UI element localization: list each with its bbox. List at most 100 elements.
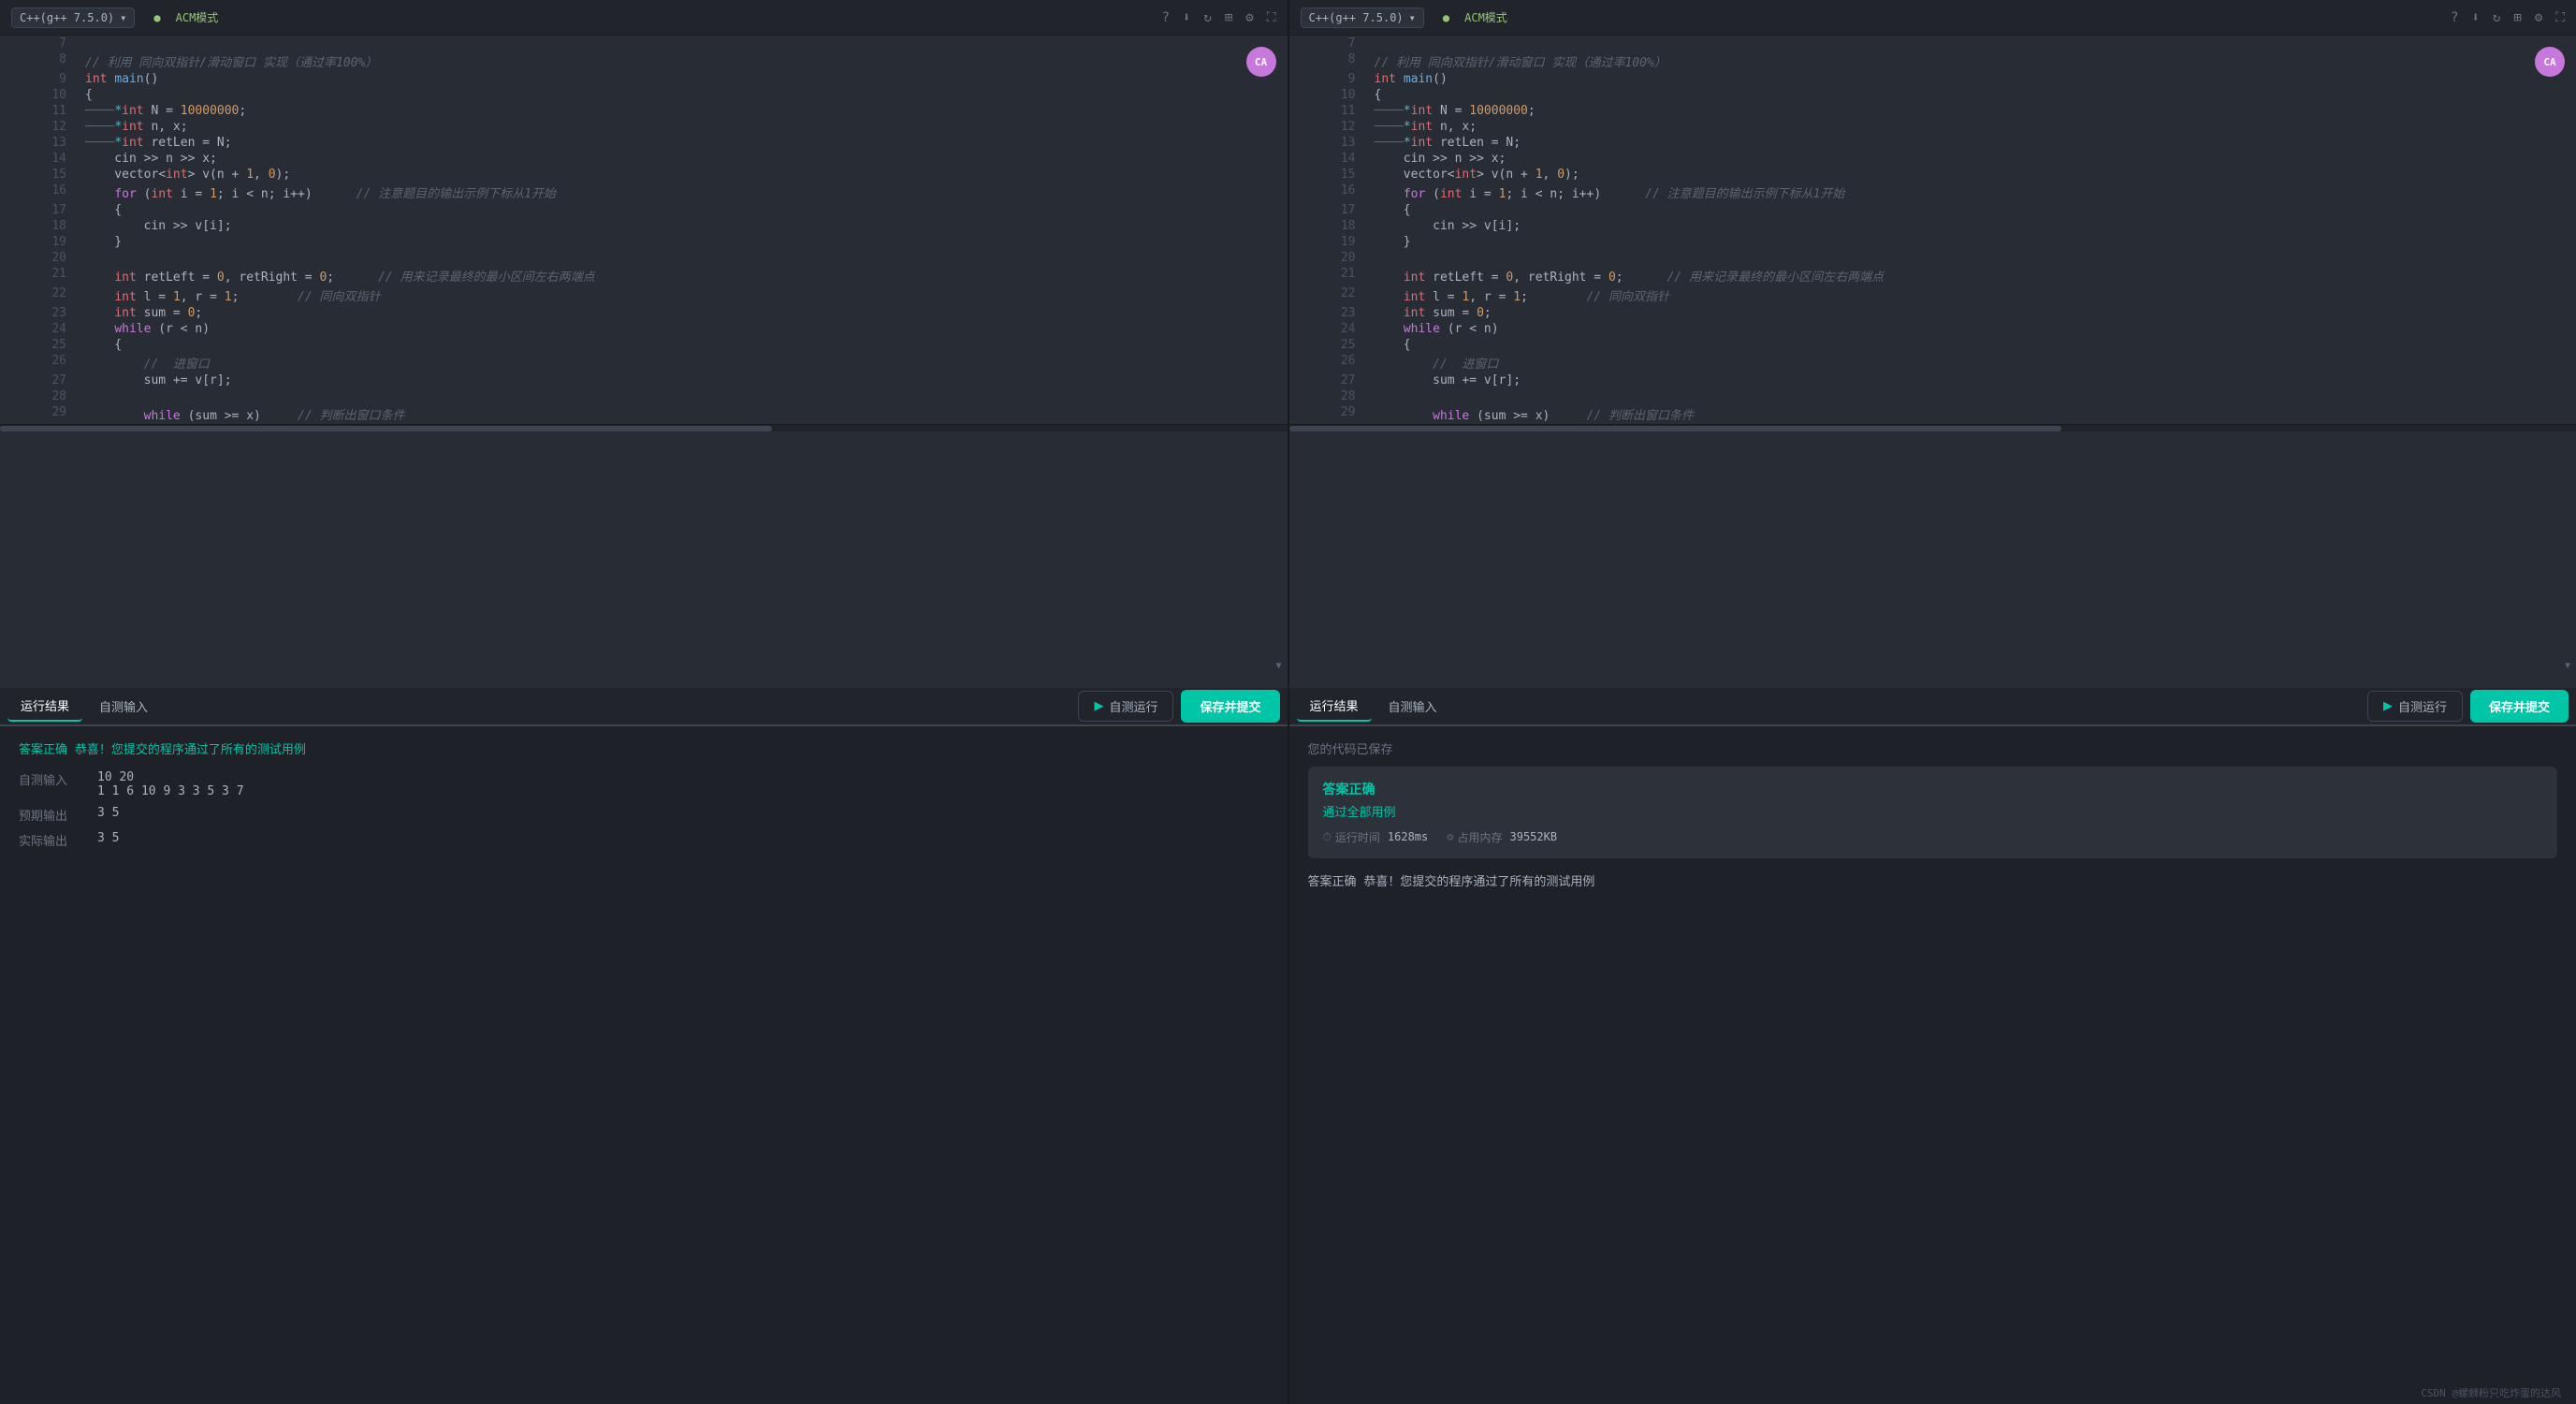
- right-submit-btn[interactable]: 保存并提交: [2470, 690, 2569, 723]
- table-row: 24 while (r < n): [0, 321, 1288, 337]
- line-code: int main(): [1367, 71, 2576, 87]
- line-code: [1367, 250, 2576, 266]
- table-row: 24 while (r < n): [1289, 321, 2576, 337]
- table-row: 21 int retLeft = 0, retRight = 0; // 用来记…: [1289, 266, 2576, 285]
- line-number: 25: [1289, 337, 1367, 353]
- right-translate-btn[interactable]: CA: [2535, 47, 2565, 77]
- left-result-content: 答案正确 恭喜！您提交的程序通过了所有的测试用例 自测输入 10 201 1 6…: [0, 725, 1288, 1404]
- left-tab-run-result[interactable]: 运行结果: [7, 691, 82, 722]
- right-test-run-btn[interactable]: 自测运行: [2367, 691, 2463, 722]
- line-code: // 进窗口: [78, 353, 1288, 373]
- table-row: 22 int l = 1, r = 1; // 同向双指针: [1289, 285, 2576, 305]
- line-number: 23: [0, 305, 78, 321]
- left-translate-btn[interactable]: CA: [1246, 47, 1276, 77]
- editors-and-results: C++(g++ 7.5.0) ▾ ● ACM模式 ? ⬇ ↻ ⊞ ⚙ ⛶ CA: [0, 0, 2576, 1404]
- table-row: 23 int sum = 0;: [1289, 305, 2576, 321]
- left-actual-value: 3 5: [97, 831, 119, 849]
- table-row: 13 ────*int retLen = N;: [1289, 135, 2576, 151]
- right-code-table: 7 8 // 利用 同向双指针/滑动窗口 实现（通过率100%） 9 int m…: [1289, 36, 2576, 424]
- table-row: 13 ────*int retLen = N;: [0, 135, 1288, 151]
- table-row: 11 ────*int N = 10000000;: [1289, 103, 2576, 119]
- full-layout: C++(g++ 7.5.0) ▾ ● ACM模式 ? ⬇ ↻ ⊞ ⚙ ⛶ CA: [0, 0, 2576, 1404]
- line-number: 13: [1289, 135, 1367, 151]
- line-code: ────*int N = 10000000;: [1367, 103, 2576, 119]
- table-row: 23 int sum = 0;: [0, 305, 1288, 321]
- line-code: [78, 250, 1288, 266]
- right-tab-self-test[interactable]: 自测输入: [1375, 692, 1450, 721]
- left-test-run-btn[interactable]: 自测运行: [1078, 691, 1173, 722]
- table-row: 14 cin >> n >> x;: [0, 151, 1288, 167]
- table-row: 18 cin >> v[i];: [0, 218, 1288, 234]
- table-row: 20: [1289, 250, 2576, 266]
- table-row: 10 {: [0, 87, 1288, 103]
- line-code: int l = 1, r = 1; // 同向双指针: [78, 285, 1288, 305]
- line-number: 29: [1289, 404, 1367, 424]
- left-tab-self-test[interactable]: 自测输入: [86, 692, 161, 721]
- line-code: {: [1367, 337, 2576, 353]
- left-self-test-label: 自测输入: [19, 770, 75, 798]
- line-code: [1367, 388, 2576, 404]
- line-code: for (int i = 1; i < n; i++) // 注意题目的输出示例…: [1367, 183, 2576, 202]
- right-scrollbar[interactable]: [1289, 424, 2576, 431]
- right-download-icon[interactable]: ⬇: [2471, 10, 2479, 25]
- left-code-table: 7 8 // 利用 同向双指针/滑动窗口 实现（通过率100%） 9 int m…: [0, 36, 1288, 424]
- right-fullscreen-icon[interactable]: ⛶: [2555, 10, 2565, 25]
- line-number: 9: [1289, 71, 1367, 87]
- left-actual-row: 实际输出 3 5: [19, 831, 1269, 849]
- left-refresh-icon[interactable]: ↻: [1203, 10, 1211, 25]
- left-expected-value: 3 5: [97, 806, 119, 824]
- right-panel: C++(g++ 7.5.0) ▾ ● ACM模式 ? ⬇ ↻ ⊞ ⚙ ⛶ CA: [1289, 0, 2576, 1404]
- right-success-msg: 答案正确 恭喜！您提交的程序通过了所有的测试用例: [1308, 871, 2558, 889]
- line-code: vector<int> v(n + 1, 0);: [1367, 167, 2576, 183]
- line-number: 19: [1289, 234, 1367, 250]
- line-code: ────*int n, x;: [78, 119, 1288, 135]
- line-code: cin >> n >> x;: [78, 151, 1288, 167]
- right-lang-selector[interactable]: C++(g++ 7.5.0) ▾: [1301, 7, 1424, 28]
- line-number: 17: [0, 202, 78, 218]
- left-lang-selector[interactable]: C++(g++ 7.5.0) ▾: [11, 7, 135, 28]
- left-submit-btn[interactable]: 保存并提交: [1181, 690, 1279, 723]
- table-row: 29 while (sum >= x) // 判断出窗口条件: [1289, 404, 2576, 424]
- left-result-tabs-bar: 运行结果 自测输入 自测运行 保存并提交: [0, 688, 1288, 725]
- left-download-icon[interactable]: ⬇: [1183, 10, 1190, 25]
- line-number: 24: [1289, 321, 1367, 337]
- table-row: 8 // 利用 同向双指针/滑动窗口 实现（通过率100%）: [1289, 51, 2576, 71]
- right-refresh-icon[interactable]: ↻: [2493, 10, 2500, 25]
- table-row: 22 int l = 1, r = 1; // 同向双指针: [0, 285, 1288, 305]
- line-number: 14: [0, 151, 78, 167]
- right-help-icon[interactable]: ?: [2451, 10, 2458, 25]
- left-layout-icon[interactable]: ⊞: [1225, 10, 1232, 25]
- right-test-run-label: 自测运行: [2398, 697, 2447, 715]
- left-scrollbar[interactable]: [0, 424, 1288, 431]
- right-layout-icon[interactable]: ⊞: [2513, 10, 2521, 25]
- line-code: {: [1367, 87, 2576, 103]
- left-fullscreen-icon[interactable]: ⛶: [1267, 10, 1276, 25]
- right-play-icon: [2383, 698, 2393, 713]
- left-settings-icon[interactable]: ⚙: [1245, 10, 1253, 25]
- right-settings-icon[interactable]: ⚙: [2535, 10, 2542, 25]
- line-number: 10: [1289, 87, 1367, 103]
- right-result-content: 您的代码已保存 答案正确 通过全部用例 ⏱ 运行时间 1628ms ⚙ 占用内存: [1289, 725, 2576, 1404]
- table-row: 17 {: [0, 202, 1288, 218]
- line-code: cin >> v[i];: [1367, 218, 2576, 234]
- line-code: while (sum >= x) // 判断出窗口条件: [78, 404, 1288, 424]
- left-help-icon[interactable]: ?: [1162, 10, 1170, 25]
- table-row: 10 {: [1289, 87, 2576, 103]
- line-number: 7: [1289, 36, 1367, 51]
- line-code: [78, 36, 1288, 51]
- line-number: 21: [0, 266, 78, 285]
- table-row: 26 // 进窗口: [1289, 353, 2576, 373]
- line-code: }: [78, 234, 1288, 250]
- right-scroll-arrow[interactable]: ▼: [2565, 661, 2570, 671]
- table-row: 26 // 进窗口: [0, 353, 1288, 373]
- left-scroll-arrow[interactable]: ▼: [1275, 661, 1281, 671]
- line-number: 27: [1289, 373, 1367, 388]
- right-answer-correct: 答案正确: [1323, 780, 2543, 798]
- line-code: ────*int retLen = N;: [78, 135, 1288, 151]
- right-tab-run-result[interactable]: 运行结果: [1297, 691, 1372, 722]
- table-row: 17 {: [1289, 202, 2576, 218]
- line-code: cin >> v[i];: [78, 218, 1288, 234]
- line-code: // 进窗口: [1367, 353, 2576, 373]
- line-number: 22: [1289, 285, 1367, 305]
- line-code: [1367, 36, 2576, 51]
